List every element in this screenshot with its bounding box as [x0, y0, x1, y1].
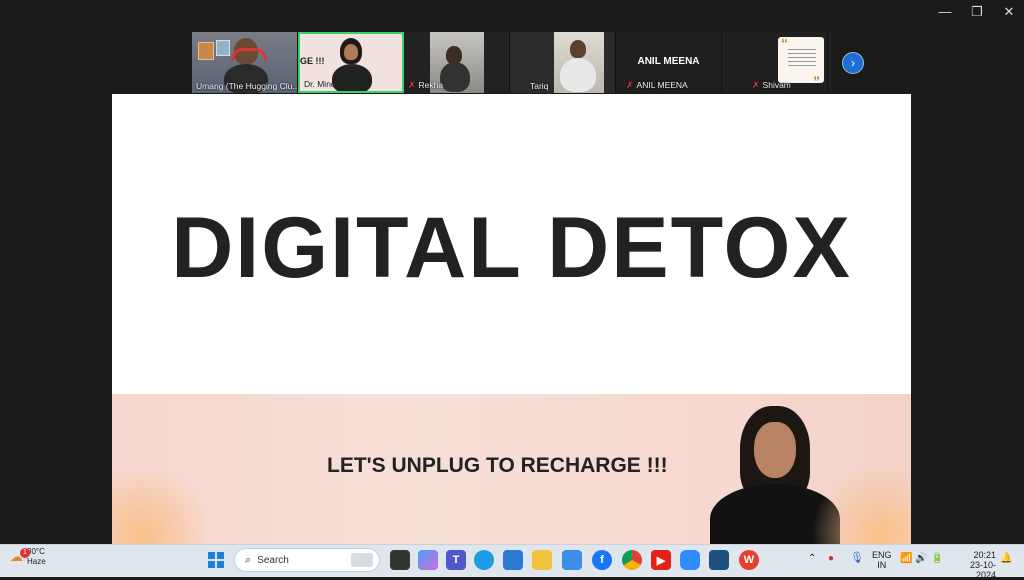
- microphone-icon[interactable]: 🎙: [850, 551, 864, 564]
- copilot-icon[interactable]: [418, 550, 438, 570]
- next-participants-button[interactable]: ›: [842, 52, 864, 74]
- quote-mark-icon: “: [781, 35, 788, 51]
- minimize-button[interactable]: —: [938, 4, 952, 20]
- participant-name: ✗ Shivam: [752, 80, 791, 91]
- taskbar-search[interactable]: ⌕ Search: [234, 548, 380, 572]
- file-explorer-icon[interactable]: [532, 550, 552, 570]
- participant-tile[interactable]: Umang (The Hugging Clu...: [192, 32, 298, 93]
- edge-icon[interactable]: [474, 550, 494, 570]
- quote-image: “ ”: [778, 35, 824, 89]
- slide-title: DIGITAL DETOX: [171, 200, 852, 296]
- shared-text: GE !!!: [300, 56, 325, 66]
- participant-tile-active[interactable]: GE !!! Dr. Minoli Doshi: [298, 32, 404, 93]
- lang-primary: ENG: [872, 550, 892, 560]
- clock-time: 20:21: [973, 550, 996, 560]
- language-indicator[interactable]: ENG IN: [872, 550, 892, 570]
- notification-bell-icon[interactable]: 🔔: [1000, 553, 1012, 564]
- wifi-icon[interactable]: 📶: [900, 553, 912, 564]
- presenter-video: [702, 406, 852, 544]
- clock-date: 23-10-2024: [969, 560, 996, 580]
- weather-desc: Haze: [27, 557, 46, 566]
- participant-name: ✗ ANIL MEENA: [626, 80, 688, 91]
- presenter-face: [754, 422, 796, 478]
- window-controls: — ❐ ✕: [938, 4, 1016, 20]
- start-button[interactable]: [208, 549, 224, 571]
- task-view-icon[interactable]: [390, 550, 410, 570]
- quote-mark-icon: ”: [813, 73, 820, 89]
- slide-top-panel: DIGITAL DETOX: [112, 94, 911, 394]
- close-button[interactable]: ✕: [1002, 4, 1016, 20]
- quote-lines: [788, 49, 816, 67]
- participant-name: Umang (The Hugging Clu...: [196, 81, 298, 91]
- store-icon[interactable]: [503, 550, 523, 570]
- participant-tile[interactable]: Tariq: [510, 32, 616, 93]
- weather-text: 30°C Haze: [27, 547, 46, 567]
- battery-icon[interactable]: 🔋: [931, 553, 943, 564]
- participant-body: [560, 58, 596, 92]
- participant-name: Tariq: [530, 81, 549, 91]
- app-icon[interactable]: [709, 550, 729, 570]
- search-icon: ⌕: [245, 553, 252, 566]
- zoom-icon[interactable]: [680, 550, 700, 570]
- restore-button[interactable]: ❐: [970, 4, 984, 20]
- slide-bottom-panel: LET'S UNPLUG TO RECHARGE !!!: [112, 394, 911, 544]
- mic-muted-icon: ✗: [752, 80, 760, 90]
- volume-icon[interactable]: 🔊: [915, 553, 927, 564]
- participant-body: [440, 62, 470, 92]
- antivirus-icon[interactable]: ●: [828, 553, 834, 564]
- teams-icon[interactable]: T: [446, 550, 466, 570]
- participant-banner: ANIL MEENA: [637, 56, 700, 67]
- youtube-icon[interactable]: ▶: [651, 550, 671, 570]
- lang-secondary: IN: [877, 560, 887, 570]
- participant-tile[interactable]: ANIL MEENA ✗ ANIL MEENA: [616, 32, 722, 93]
- participant-tile[interactable]: ✗ Rekha: [404, 32, 510, 93]
- participant-name-text: ANIL MEENA: [636, 80, 688, 90]
- wall-frame: [198, 42, 214, 60]
- participant-face: [344, 44, 358, 60]
- chrome-icon[interactable]: [622, 550, 642, 570]
- mic-muted-icon: ✗: [626, 80, 634, 90]
- weather-notification-badge: 1: [20, 548, 30, 558]
- tray-overflow-icon[interactable]: ⌃: [808, 553, 816, 564]
- participant-strip: Umang (The Hugging Clu... GE !!! Dr. Min…: [192, 32, 832, 93]
- headphones: [231, 48, 267, 61]
- participant-name: Dr. Minoli Doshi: [304, 79, 364, 89]
- participant-name: ✗ Rekha: [408, 80, 443, 91]
- wps-office-icon[interactable]: W: [739, 550, 759, 570]
- participant-name-text: Rekha: [418, 80, 444, 90]
- windows-logo-icon: [208, 552, 224, 568]
- slide-subtitle: LET'S UNPLUG TO RECHARGE !!!: [327, 454, 668, 477]
- search-placeholder: Search: [257, 554, 289, 566]
- mic-muted-icon: ✗: [408, 80, 416, 90]
- search-highlight-icon: [351, 553, 373, 567]
- wall-frame: [216, 40, 230, 56]
- facebook-icon[interactable]: f: [592, 550, 612, 570]
- presenter-body: [710, 484, 840, 544]
- photos-icon[interactable]: [562, 550, 582, 570]
- participant-name-text: Shivam: [762, 80, 791, 90]
- participant-avatar: [570, 40, 586, 58]
- participant-tile[interactable]: “ ” ✗ Shivam: [722, 32, 828, 93]
